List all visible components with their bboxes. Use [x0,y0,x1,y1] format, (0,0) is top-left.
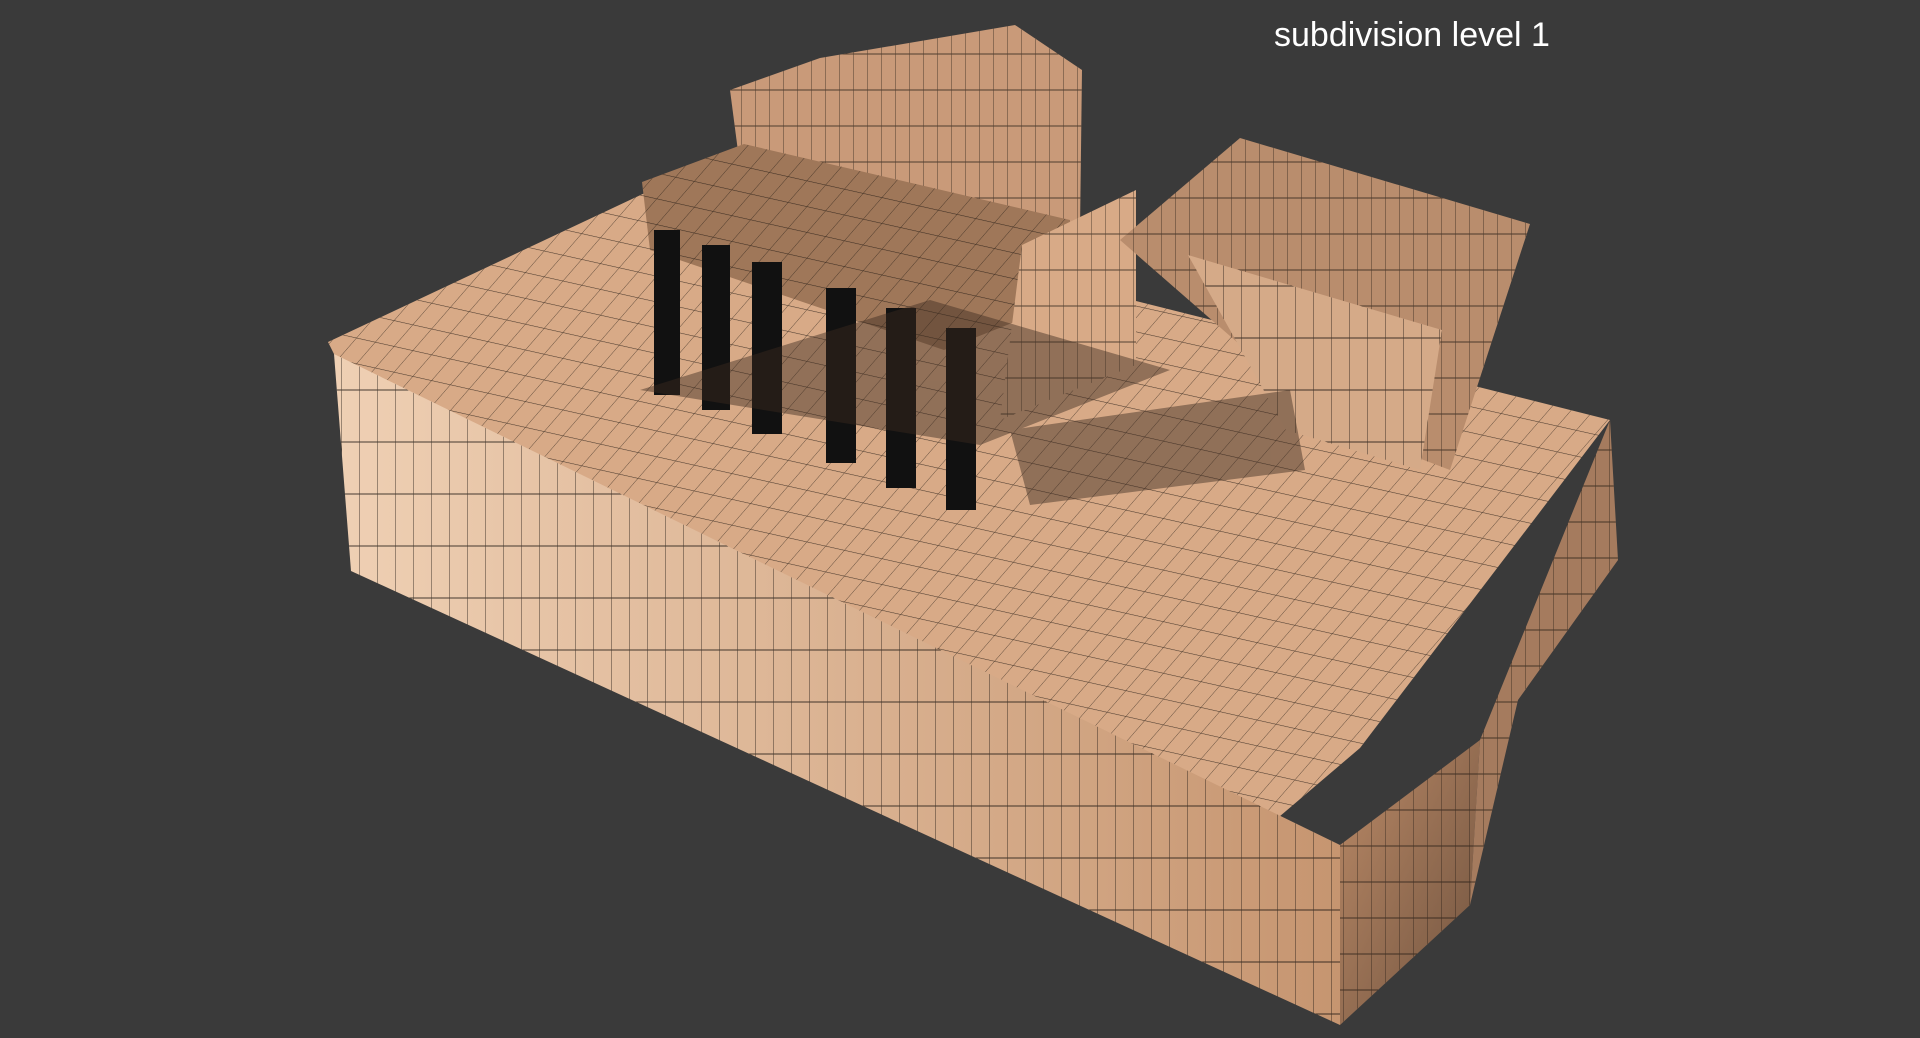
subdivision-label: subdivision level 1 [1274,16,1550,54]
3d-viewport[interactable]: subdivision level 1 [0,0,1920,1038]
wireframe-model-render[interactable] [0,0,1920,1038]
